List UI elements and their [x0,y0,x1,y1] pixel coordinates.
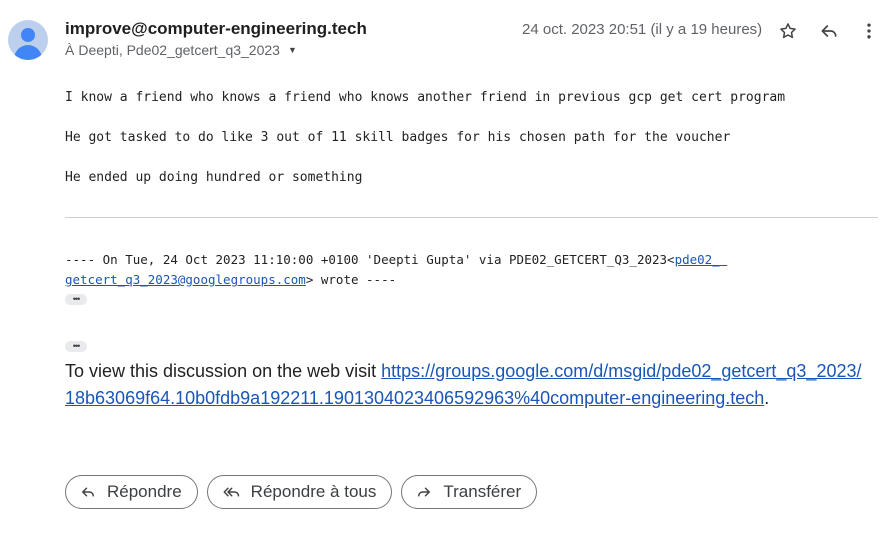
forward-icon [418,487,431,497]
quote-suffix: > wrote ---- [305,272,397,287]
body-line-1: I know a friend who knows a friend who k… [65,90,786,105]
body-line-2: He got tasked to do like 3 out of 11 ski… [65,130,731,145]
reply-icon [82,487,94,497]
quoted-header: ---- On Tue, 24 Oct 2023 11:10:00 +0100 … [65,250,727,290]
email-date: 24 oct. 2023 20:51 (il y a 19 heures) [522,21,763,38]
body-line-3: He ended up doing hundred or something [65,170,363,185]
recipients-line[interactable]: À Deepti, Pde02_getcert_q3_2023 ▼ [65,42,297,58]
sender-avatar[interactable] [8,20,48,60]
star-icon[interactable] [776,19,800,43]
chevron-down-icon[interactable]: ▼ [288,45,297,55]
forward-button[interactable]: Transférer [401,475,538,509]
reply-all-icon [223,487,239,497]
sender-email[interactable]: improve@computer-engineering.tech [65,19,367,39]
show-trimmed-content-button[interactable]: ••• [65,294,87,305]
reply-button[interactable]: Répondre [65,475,198,509]
view-discussion-text: To view this discussion on the web visit… [65,361,862,408]
show-trimmed-content-button-2[interactable]: ••• [65,341,87,352]
action-buttons: Répondre Répondre à tous Transférer [65,475,538,509]
quote-prefix: ---- On Tue, 24 Oct 2023 11:10:00 +0100 … [65,252,675,267]
person-avatar-icon [21,28,35,42]
divider [65,217,878,218]
recipients-list: Deepti, Pde02_getcert_q3_2023 [78,42,280,58]
recipients-prefix: À [65,42,75,58]
more-vert-icon[interactable] [857,19,881,43]
reply-icon[interactable] [817,19,841,43]
reply-all-button[interactable]: Répondre à tous [206,475,393,509]
